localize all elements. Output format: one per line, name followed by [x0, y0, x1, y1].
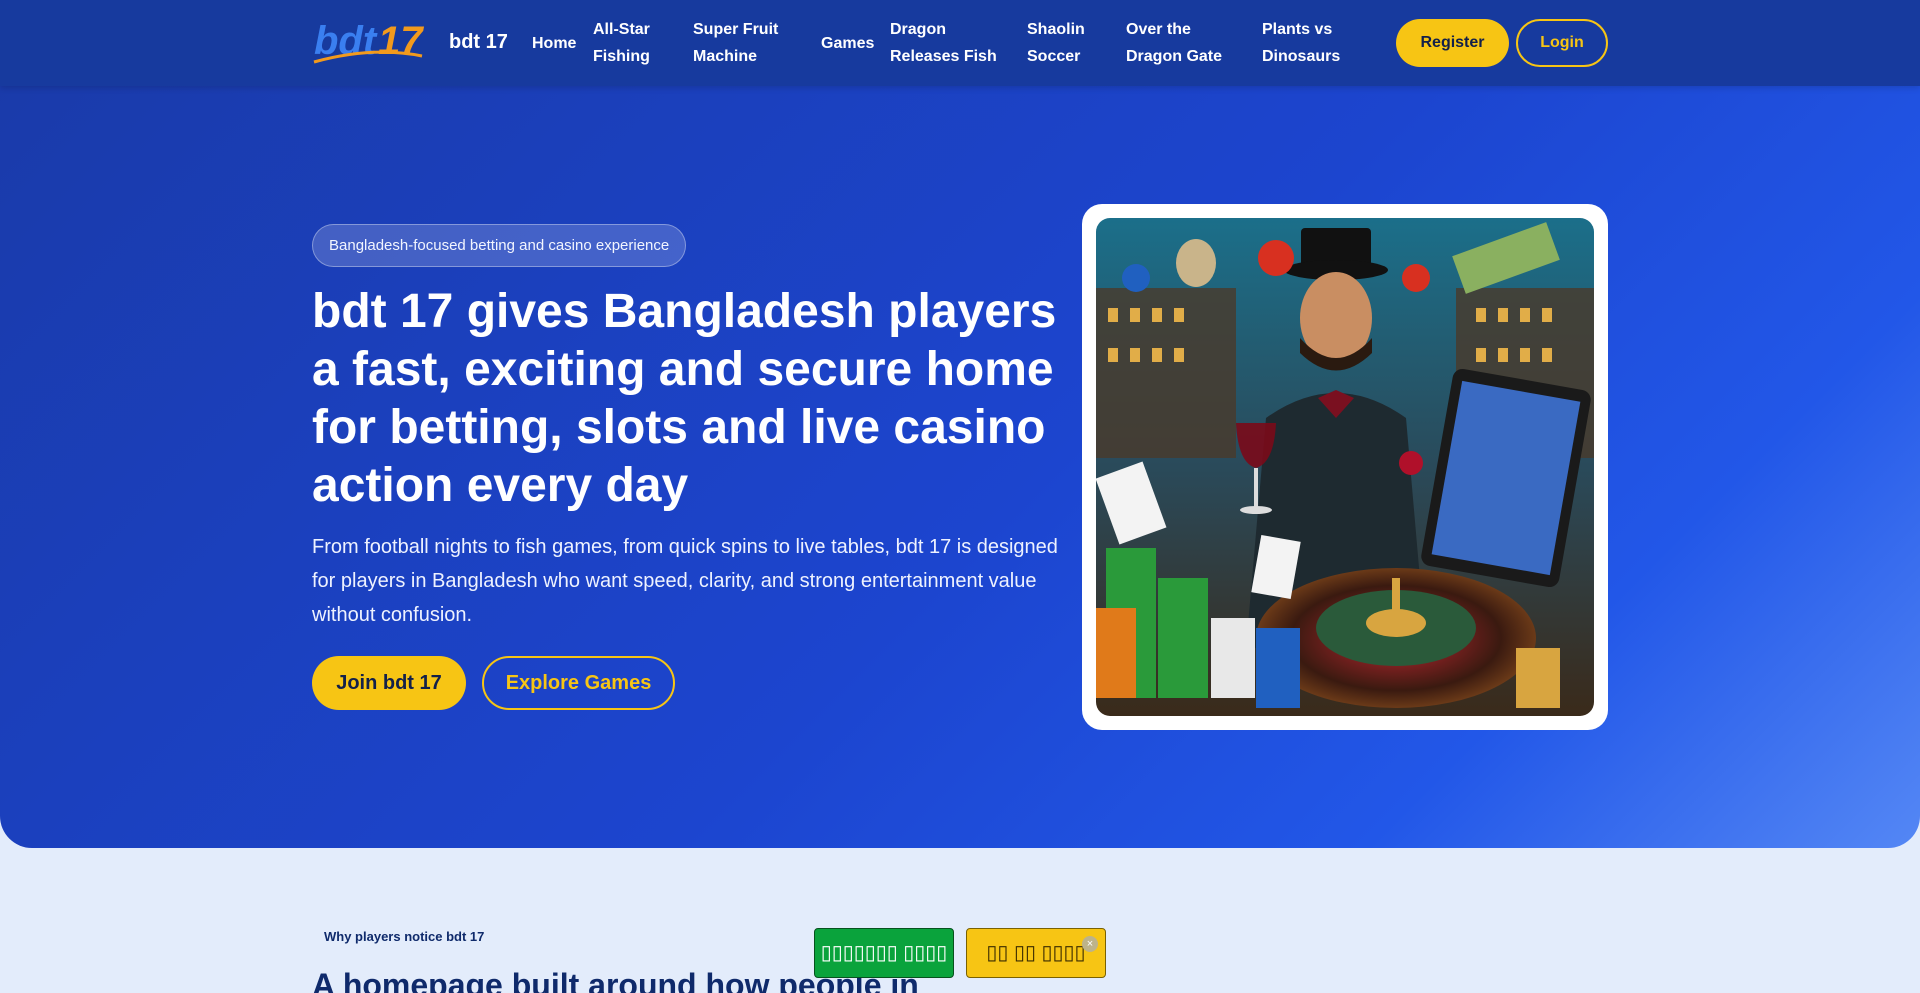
nav-games[interactable]: Games [821, 30, 874, 57]
nav-all-star-fishing[interactable]: All-Star Fishing [593, 16, 673, 70]
hero-subtext: From football nights to fish games, from… [312, 536, 1058, 626]
floating-yellow-button[interactable]: ▯▯ ▯▯ ▯▯▯▯ [966, 928, 1106, 978]
nav-dragon-releases-fish[interactable]: Dragon Releases Fish [890, 16, 1010, 70]
brand-name[interactable]: bdt 17 [449, 31, 508, 54]
nav-over-the-dragon-gate[interactable]: Over the Dragon Gate [1126, 16, 1236, 70]
bdt17-logo[interactable]: bdt 17 [312, 18, 442, 66]
tagline-badge: Bangladesh-focused betting and casino ex… [312, 224, 687, 267]
section-kicker: Why players notice bdt 17 [324, 929, 485, 944]
register-button[interactable]: Register [1396, 19, 1509, 67]
join-button[interactable]: Join bdt 17 [312, 656, 466, 710]
nav-super-fruit-machine[interactable]: Super Fruit Machine [693, 16, 793, 70]
explore-games-button[interactable]: Explore Games [482, 656, 675, 710]
nav-plants-vs-dinosaurs[interactable]: Plants vs Dinosaurs [1262, 16, 1362, 70]
floating-green-button[interactable]: ▯▯▯▯▯▯▯ ▯▯▯▯ [814, 928, 954, 978]
top-navigation-bar: bdt 17 bdt 17 Home All-Star Fishing Supe… [0, 0, 1920, 86]
login-button[interactable]: Login [1516, 19, 1608, 67]
casino-illustration [1096, 218, 1594, 716]
nav-shaolin-soccer[interactable]: Shaolin Soccer [1027, 16, 1097, 70]
nav-home[interactable]: Home [532, 30, 576, 57]
hero-headline: bdt 17 gives Bangladesh players a fast, … [312, 285, 1057, 512]
casino-scene-image [1096, 218, 1594, 716]
close-icon[interactable]: × [1082, 936, 1098, 952]
hero-image-card [1082, 204, 1608, 730]
